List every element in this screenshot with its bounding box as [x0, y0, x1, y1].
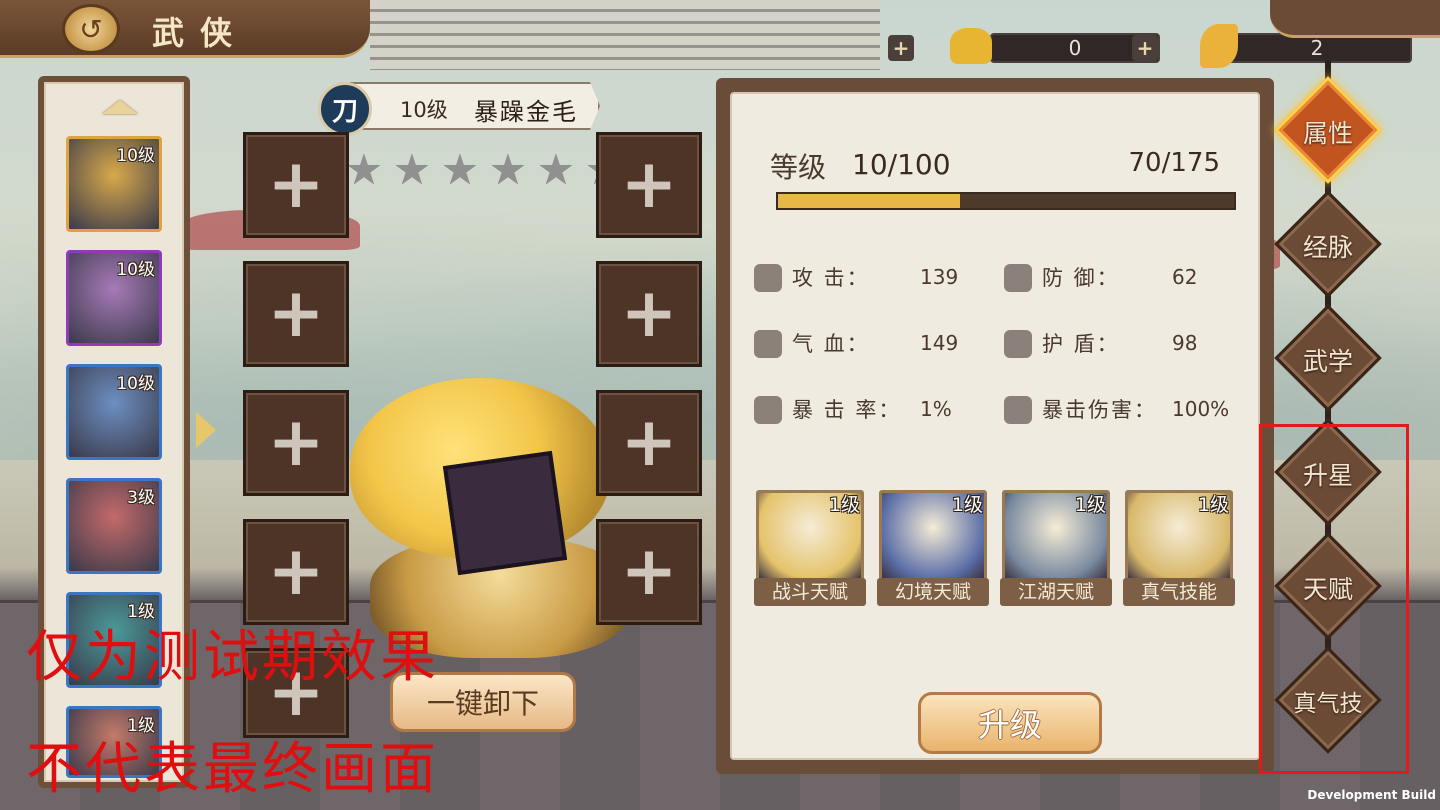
- highlight-box: [1259, 424, 1409, 774]
- add-gold-button[interactable]: +: [888, 35, 914, 61]
- top-right-decoration: [1270, 0, 1440, 38]
- defense-icon: [1004, 264, 1032, 292]
- weapon-type-badge: 刀: [318, 82, 372, 136]
- back-button[interactable]: ↺: [62, 4, 120, 54]
- scroll-up-icon[interactable]: [102, 100, 138, 114]
- weapon-slot[interactable]: +: [596, 132, 702, 238]
- attribute-panel: 等级 10/100 70/175 攻 击： 139 防 御： 62 气 血： 149 护 盾…: [716, 78, 1274, 774]
- talent-card[interactable]: 1级真气技能: [1123, 490, 1235, 608]
- shield-icon: [1004, 330, 1032, 358]
- staff-slot[interactable]: +: [596, 519, 702, 625]
- stat-value: 62: [1172, 265, 1198, 289]
- star-icon: ★: [537, 145, 575, 194]
- stat-value: 1%: [920, 397, 952, 421]
- crit-rate-icon: [754, 396, 782, 424]
- star-icon: ★: [393, 145, 431, 194]
- top-bar: ↺ 武侠: [0, 0, 370, 58]
- hero-card-level: 10级: [116, 374, 155, 394]
- exp-progress-bar: [776, 192, 1236, 210]
- exp-progress-fill: [778, 194, 961, 208]
- heart-icon: [754, 330, 782, 358]
- stat-value: 98: [1172, 331, 1198, 355]
- stat-label: 暴击伤害：: [1042, 398, 1157, 422]
- plus-icon: +: [267, 403, 325, 482]
- level-label: 等级: [770, 151, 827, 184]
- hero-name: 暴躁金毛: [474, 98, 578, 126]
- hero-card[interactable]: 3级: [66, 478, 162, 574]
- tab-martial-arts-label: 武学: [1302, 347, 1353, 376]
- bracer-slot[interactable]: +: [243, 390, 349, 496]
- upgrade-button[interactable]: 升级: [918, 692, 1102, 754]
- plus-icon: +: [620, 403, 678, 482]
- crit-damage-icon: [1004, 396, 1032, 424]
- pouch-slot[interactable]: +: [596, 390, 702, 496]
- gold-ingot-icon: [950, 28, 992, 64]
- talent-name: 江湖天赋: [1000, 578, 1112, 606]
- stat-label: 攻 击：: [792, 266, 870, 290]
- hero-level: 10级: [400, 98, 448, 122]
- plus-icon: +: [620, 532, 678, 611]
- hero-card-level: 3级: [127, 488, 155, 508]
- stat-value: 139: [920, 265, 959, 289]
- star-icon: ★: [489, 145, 527, 194]
- plus-icon: +: [267, 532, 325, 611]
- stat-value: 149: [920, 331, 959, 355]
- star-icon: ★: [441, 145, 479, 194]
- belt-slot[interactable]: +: [243, 519, 349, 625]
- talent-card[interactable]: 1级江湖天赋: [1000, 490, 1112, 608]
- stat-label: 暴 击 率：: [792, 398, 902, 422]
- talent-level: 1级: [951, 494, 983, 516]
- plus-icon: +: [267, 274, 325, 353]
- talent-card[interactable]: 1级幻境天赋: [877, 490, 989, 608]
- expand-list-icon[interactable]: [196, 412, 216, 448]
- plus-icon: +: [620, 274, 678, 353]
- hero-mask: [442, 450, 568, 576]
- talent-level: 1级: [828, 494, 860, 516]
- watermark-line-1: 仅为测试期效果: [26, 625, 439, 690]
- stat-value: 100%: [1172, 397, 1230, 421]
- talent-card[interactable]: 1级战斗天赋: [754, 490, 866, 608]
- talent-name: 真气技能: [1123, 578, 1235, 606]
- star-rating: ★★★★★★: [342, 148, 626, 192]
- attribute-panel-inner: 等级 10/100 70/175 攻 击： 139 防 御： 62 气 血： 149 护 盾…: [730, 92, 1260, 760]
- plus-icon: +: [620, 145, 678, 224]
- exp-value: 70/175: [1128, 148, 1220, 178]
- talent-name: 战斗天赋: [754, 578, 866, 606]
- stat-label: 气 血：: [792, 332, 870, 356]
- hero-card[interactable]: 10级: [66, 136, 162, 232]
- hero-card[interactable]: 10级: [66, 364, 162, 460]
- hero-card[interactable]: 10级: [66, 250, 162, 346]
- accessory-slot[interactable]: +: [596, 261, 702, 367]
- hero-name-banner: 10级 暴躁金毛: [350, 82, 600, 130]
- tab-attributes-label: 属性: [1302, 119, 1353, 148]
- level-value: 10/100: [852, 148, 951, 181]
- plus-icon: +: [267, 145, 325, 224]
- add-ingot-button[interactable]: +: [1132, 35, 1158, 61]
- stat-label: 防 御：: [1042, 266, 1120, 290]
- development-build-label: Development Build: [1307, 788, 1436, 802]
- back-arrow-icon: ↺: [79, 12, 103, 46]
- page-title: 武侠: [152, 14, 249, 52]
- watermark-line-2: 不代表最终画面: [26, 737, 439, 802]
- background-blinds: [370, 0, 880, 70]
- talent-level: 1级: [1197, 494, 1229, 516]
- stat-label: 护 盾：: [1042, 332, 1120, 356]
- leaf-currency-icon: [1200, 24, 1238, 68]
- ingot-value: 2: [1310, 36, 1324, 60]
- sword-icon: [754, 264, 782, 292]
- hero-card-level: 10级: [116, 146, 155, 166]
- armor-slot[interactable]: +: [243, 261, 349, 367]
- hat-slot[interactable]: +: [243, 132, 349, 238]
- talent-name: 幻境天赋: [877, 578, 989, 606]
- hero-card-level: 10级: [116, 260, 155, 280]
- talent-level: 1级: [1074, 494, 1106, 516]
- tab-meridians-label: 经脉: [1302, 233, 1353, 262]
